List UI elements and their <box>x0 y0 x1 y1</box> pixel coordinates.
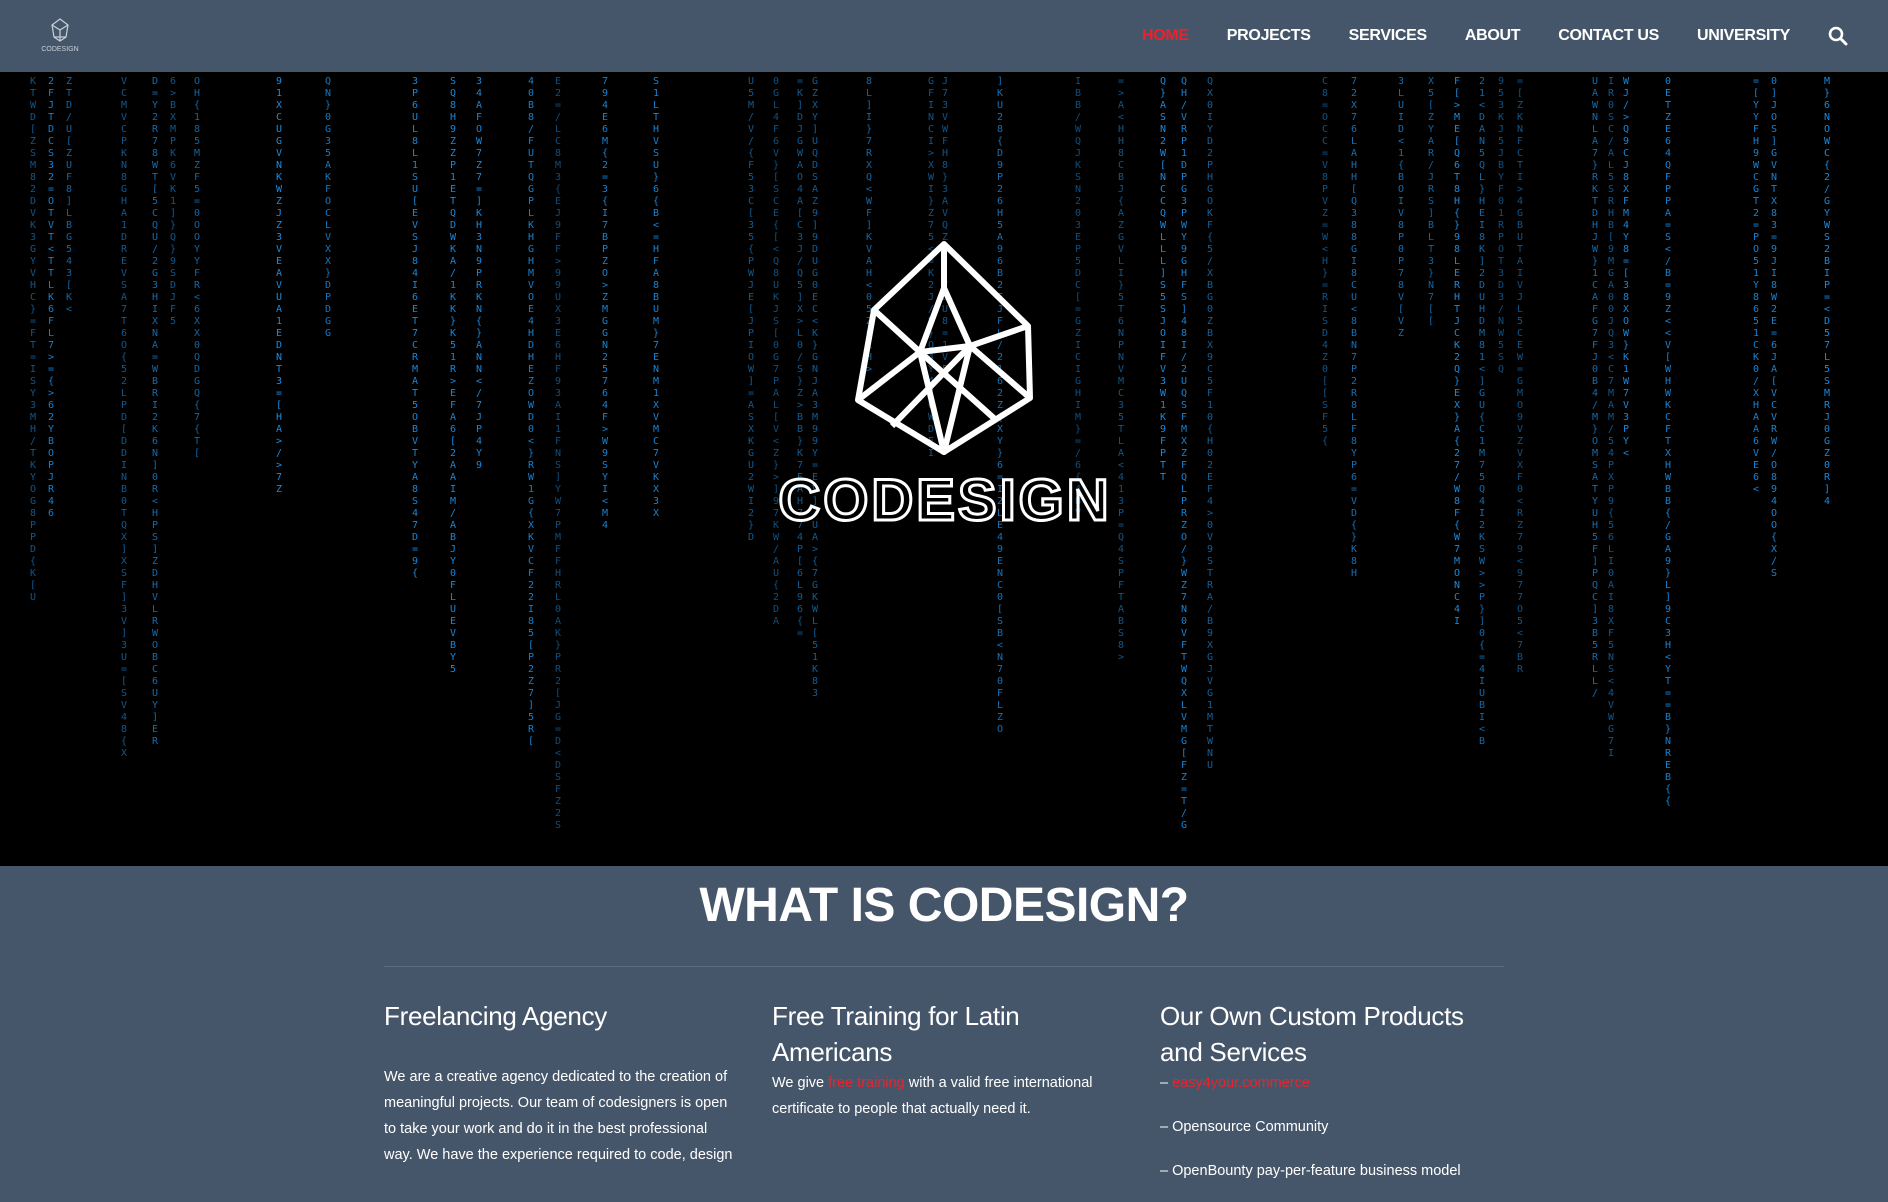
svg-text:QH/VRP1DPG3PWY9GHFS]48I/2UQSFM: Q H / V R P 1 D P G 3 P W Y 9 G H F S] 4 8 I/2 U Q S F M X Z F Q L P R Z O /… <box>1181 76 1188 831</box>
about-section: WHAT IS CODESIGN? Freelancing Agency We … <box>0 866 1888 1180</box>
svg-text:=[ZKNFCTI>4GBUTAIVJL5CEW=GMO9V: =[Z K N F C T I >4 G B U T A I V J L 5 C E W = G M O 9 V Z V X F 0 < R Z 7 9… <box>1517 76 1524 675</box>
column-text: We give free training with a valid free … <box>772 1070 1122 1122</box>
svg-text:3LUID<1{BOIV8P0P78V[VZ: 3 L U I D <1{B O I V 8 P 0 P 7 8 V[V Z <box>1398 76 1404 339</box>
svg-text:953KJ5JBYF01RPOT3D3/NW5SQ: 9 5 3 K J 5 J B Y F 0 1 R P O T 3 D 3/N W 5 S Q <box>1498 76 1505 375</box>
hero-logo-text: CODESIGN <box>778 468 1111 533</box>
free-training-link[interactable]: free training <box>828 1075 905 1091</box>
svg-text:IR0SC/AL5SRHB[9MGA00JQ3<C7MAM/: I R 0 S C / A L 5 S R H B[9 M G A 0 0 J Q 3 < C 7 M A M/5 4 P X P 9{5 6 L… <box>1608 76 1615 759</box>
svg-text:C8=OCC=V8PVZ=W<H}=RISD4Z0[[SF5: C 8 = O C C = V 8 P V Z = W < H} = R I S D 4 Z 0[[S F 5{ <box>1322 76 1329 447</box>
top-navbar: CODESIGN HOME PROJECTS SERVICES ABOUT CO… <box>0 0 1888 73</box>
hero-banner: K T W D[Z S M 8 2 D V K 3 G Y V H C} = F T = I S Y 3 M H / T K Y O G 8 P P D… <box>0 72 1888 866</box>
svg-text:794E6M{2=3{I7BPZO>ZMGGN25764F>: 7 9 4 E 6 M{2 = 3{I 7 B P Z O > Z M G G N 2 5 7 6 4 F > W 9 S Y I < M 4 <box>602 76 609 531</box>
nav-services[interactable]: SERVICES <box>1349 27 1428 45</box>
section-title: WHAT IS CODESIGN? <box>699 879 1189 932</box>
list-dash: – <box>1160 1075 1173 1091</box>
svg-text:KTWD[ZSM82DVK3GYVHC}=FT=ISY3MH: K T W D[Z S M 8 2 D V K 3 G Y V H C} = F T = I S Y 3 M H / T K Y O G 8 P P D… <box>30 76 37 603</box>
main-nav: HOME PROJECTS SERVICES ABOUT CONTACT US … <box>1104 0 1888 72</box>
svg-text:6>BXMPK6VK1]}Q}9SDJF5: 6 > B X M P K 6 V K 1]} Q} 9 S D J F 5 <box>170 76 176 327</box>
column-products: Our Own Custom Products and Services – e… <box>1160 998 1510 1202</box>
svg-text:UAWNLA7}RKTDHJW}1CAFG7FJ0B4/M}: U A W N L A 7} R K T D H J W} 1 C A F G 7 F J 0 B 4/M} O M S A T Y U H 5 F… <box>1592 76 1599 699</box>
list-dash: – <box>1160 1119 1173 1135</box>
svg-text:X5[ZYAR/JRS]BLT3}N7[[: X 5[Z Y A R / J R S] B L T 3} N 7[[ <box>1428 76 1435 327</box>
nav-home[interactable]: HOME <box>1142 27 1189 45</box>
column-text: We are a creative agency dedicated to th… <box>384 1069 733 1163</box>
search-icon[interactable] <box>1828 26 1848 46</box>
svg-text:0]JOS]GVNTX83=9JI8W2E=6JA[VCVR: 0] J O S] G V N T X 8 3 = 9 J I 8 W 2 E = 6 J A[V C V R W / O 8 9 4 O O{X… <box>1771 76 1778 579</box>
list-text: OpenBounty pay-per-feature business mode… <box>1172 1163 1461 1179</box>
svg-text:Q}ASN2W[NCCQWLLL]S5SJOIFV3W1K9: Q} A S N 2 W[N C C Q W L L L] S 5 S J O I F V 3 W 1 K 9 F P T T <box>1160 76 1167 483</box>
svg-text:ZTD/U[ZUF8]LBG543[K<: Z T D / U[Z U F 8] L B G 5 4 3[K < <box>66 76 72 315</box>
svg-text:F[>ME[Q6T8H{}98LERHTJCK2Q}EX}A: F[> M E[Q 6 T 8 H{} 9 8 L E R H T J C K 2 Q} E X} A{2 7/W 8 F{W 7… <box>1454 76 1461 627</box>
codesign-logo-icon: CODESIGN <box>41 18 79 53</box>
svg-text:M}6NOWC{2/GYWS2BIP=<D57L5SMRJ0: M} 6 N O W C{2/G Y W S 2 B I P = < D 5 7 L 5 S M R J 0 G Z 0 R] 4 <box>1824 76 1831 507</box>
svg-text:D=Y2R78WT[5CQU/2G3HIXNA=WBRI2K: D = Y 2 R 7 8 W T[5 C Q U/2 G 3 H I X N A = W B R I 2 K 6 N] 0 R < H P S]… <box>152 76 159 747</box>
svg-text:S1LTHVSU}6{B<=HFA8BUM}7ENM1XVM: S 1 L T H V S U} 6{B < = H F A 8 B U M} 7 E N M 1 X V M C 7 V K X 3 X <box>653 76 659 519</box>
list-item: – OpenBounty pay-per-feature business mo… <box>1160 1158 1510 1184</box>
logo-text: CODESIGN <box>41 46 78 53</box>
svg-text:34AFOW7Z7=]KH3N9PRKN{}ANN</7JP: 3 4 A F O W 7 Z 7 =] K H 3 N 9 P R K N{} A N N </7 J P 4 Y 9 <box>476 76 483 471</box>
svg-text:QN}0G35AKFOCLVXX}DPDGG: Q N} 0 G 3 5 A K F O C L V X X} D P D G G <box>325 76 331 339</box>
list-item: – easy4your.commerce <box>1160 1070 1510 1096</box>
list-text: Opensource Community <box>1172 1119 1329 1135</box>
column-training: Free Training for Latin Americans We giv… <box>772 998 1122 1122</box>
column-heading: Free Training for Latin Americans <box>772 1001 1020 1067</box>
svg-text:SQ8H9ZZP1ETQDWKA/1KK}K51R>EFA6: S Q 8 H 9 Z Z P 1 E T Q D W K A/1 K K} K 5 1 R > E F A 6[2 A A I M / A B J… <box>450 76 457 675</box>
nav-university[interactable]: UNIVERSITY <box>1697 27 1790 45</box>
svg-text:72X76LAHH[Q388GI8CU<8BN7P2R8LF: 7 2 X 7 6 L A H H[Q 3 8 8 G I 8 C U <8 B N 7 P 2 R 8 L F 8 Y P 6 = V D{} K… <box>1351 76 1358 579</box>
section-divider <box>384 966 1504 967</box>
svg-text:U5M/V/{F53C[35{PWJE[JPIOW]=ASX: U 5 M / V /{F 5 3 C[3 5{P W J E[J P I O W] = A S X K G U 2 W I 2} D <box>748 76 755 543</box>
svg-text:OH{185MZF5=0OOYYFR<6XX0QDGQ{7{: O H{1 8 5 M Z F 5 = 0 O O Y Y F R <6 X X 0 Q D G Q{7{T[ <box>194 76 201 459</box>
site-logo[interactable]: CODESIGN <box>38 16 82 56</box>
svg-text:0ETZE64QFPPA=S</B=9Z<<V[WHWKCF: 0 E T Z E 6 4 Q F P P A = S < / B = 9 Z < < V[W H W K C F T X H W B B{/ G A… <box>1665 76 1672 807</box>
text-before: We give <box>772 1075 829 1091</box>
svg-text:91XCUGVNKWZJZ3VEAVUA1EDNT3=[HA: 9 1 X C U G V N K W Z J Z 3 V E A V U A 1 E D N T 3 =[H A > / >7 Z <box>276 76 283 495</box>
svg-text:VCMVCPKN8GHA1DREVSA7T6O{52LPD[: V C M V C P K N 8 G H A 1 D R E V S A 7 T 6 O{5 2 L P D[D D I N B 0 T Q X]… <box>121 76 128 759</box>
column-heading: Our Own Custom Products and Services <box>1160 1001 1464 1067</box>
codesign-cube-logo-icon: CODESIGN <box>777 241 1111 535</box>
svg-text:21<DAN5QL}HEI8K]2DUHDM81<]GU{C: 2 1 < D A N 5 Q L} H E I 8 K] 2 D U H D M 8 1 <] G U{C 1 M 7 5 Q 4 I 2 K S… <box>1479 76 1486 747</box>
list-dash: – <box>1160 1163 1173 1179</box>
svg-text:WJ/>Q9CJ8XFM4Y8=[38XOW}K1W7V3P: W J / > Q 9 C J 8 X F M 4 Y 8 =[3 8 X O W} K 1 W 7 V 3 P Y < <box>1623 76 1630 459</box>
svg-text:2FJTDCS32=OTVT<TTLK6FL7>={>62Y: 2 F J T D C S 3 2 = O T V T < T T L K 6 F L 7 > ={>6 2 Y B O P J R 4 6 <box>48 76 55 519</box>
svg-text:=[YYFH9WCGT2=PO51Y8651CK0/XHAA: =[Y Y F H 9 W C G T 2 = P O 5 1 Y 8 6 5 1 C K 0/X H A A 6 V E 6 < <box>1753 76 1760 495</box>
nav-projects[interactable]: PROJECTS <box>1227 27 1311 45</box>
nav-about[interactable]: ABOUT <box>1465 27 1521 45</box>
svg-text:3P6UL8L1SU[EVSJ84I6ET7CRMAT5OB: 3 P 6 U L 8 L 1 S U[E V S J 8 4 I 6 E T 7 C R M A T 5 O B V T Y A 8 S 4 7 D =… <box>412 76 419 579</box>
svg-text:E2=/LC8M3{EJ9FF>99UX3E6HF93AI1: E 2 = / L C 8 M 3{E J 9 F F >9 9 U X 3 E 6 H F 9 3 A I 1 F N S] Y W 7 P M F… <box>555 76 562 831</box>
nav-contact-us[interactable]: CONTACT US <box>1558 27 1659 45</box>
svg-text:QX0IYD2PHGOKF{5/XBG0ZBX9C5F10{: Q X 0 I Y D 2 P H G O K F{5/X B G 0 Z B X 9 C 5 F 1 0{H 0 2 E F 4 >0 V 9… <box>1207 76 1214 771</box>
easy4your-commerce-link[interactable]: easy4your.commerce <box>1172 1075 1310 1091</box>
list-item: – Opensource Community <box>1160 1114 1510 1140</box>
column-freelancing: Freelancing Agency We are a creative age… <box>384 998 734 1168</box>
hero-logo: CODESIGN <box>770 230 1120 600</box>
svg-text:40B8/FUTQGPLKHGHMVOE4HDHEZOWD0: 4 0 B 8/F U T Q G P L K H G H M V O E 4 H D H E Z O W D 0 <} R W 1 G{X K V… <box>528 76 535 747</box>
column-heading: Freelancing Agency <box>384 1001 607 1031</box>
